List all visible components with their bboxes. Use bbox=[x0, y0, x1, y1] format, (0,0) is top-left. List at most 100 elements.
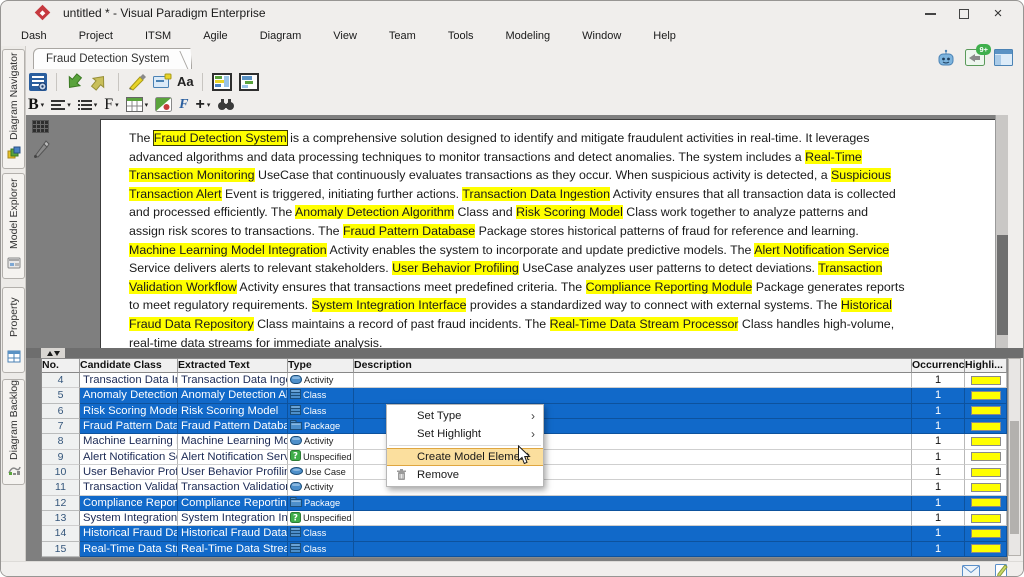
bold-button[interactable]: B▾ bbox=[28, 96, 44, 114]
column-header-extractedtext[interactable]: Extracted Text bbox=[178, 359, 288, 373]
candidate-class-cell[interactable]: System Integration Interface bbox=[80, 511, 178, 526]
menu-item-agile[interactable]: Agile bbox=[187, 28, 243, 44]
message-icon[interactable] bbox=[962, 565, 980, 577]
menu-item-tools[interactable]: Tools bbox=[432, 28, 490, 44]
description-cell[interactable] bbox=[354, 542, 912, 557]
highlighted-term[interactable]: Anomaly Detection Algorithm bbox=[295, 205, 454, 219]
color-palette-icon[interactable] bbox=[155, 97, 172, 112]
panel-splitter[interactable] bbox=[26, 348, 1024, 358]
extracted-text-cell[interactable]: System Integration Interface bbox=[178, 511, 288, 526]
font-button[interactable]: F▾ bbox=[104, 96, 118, 114]
table-vertical-scrollbar[interactable] bbox=[1008, 358, 1021, 556]
type-cell[interactable]: ?Unspecified bbox=[288, 450, 354, 465]
extracted-text-cell[interactable]: Fraud Pattern Database bbox=[178, 419, 288, 434]
highlighted-term[interactable]: System Integration Interface bbox=[312, 298, 467, 312]
add-button[interactable]: +▾ bbox=[196, 96, 211, 114]
import-text-icon[interactable] bbox=[65, 73, 85, 91]
extracted-text-cell[interactable]: Machine Learning Model Integration bbox=[178, 434, 288, 449]
candidate-class-cell[interactable]: Transaction Validation Workflow bbox=[80, 480, 178, 495]
candidate-class-cell[interactable]: Transaction Data Ingestion bbox=[80, 373, 178, 388]
grid-view-icon[interactable] bbox=[238, 72, 260, 92]
candidate-class-cell[interactable]: Machine Learning Model Integration bbox=[80, 434, 178, 449]
extracted-text-cell[interactable]: Transaction Validation Workflow bbox=[178, 480, 288, 495]
table-header[interactable]: No.Candidate ClassExtracted TextTypeDesc… bbox=[42, 359, 1007, 373]
grid-tool-icon[interactable] bbox=[32, 120, 49, 133]
menu-item-set-type[interactable]: Set Type› bbox=[387, 407, 543, 425]
highlighted-term[interactable]: Transaction Data Ingestion bbox=[462, 187, 610, 201]
highlighter-tool-icon[interactable] bbox=[32, 140, 51, 164]
highlight-color-cell[interactable] bbox=[965, 404, 1007, 419]
highlight-color-cell[interactable] bbox=[965, 542, 1007, 557]
type-cell[interactable]: Package bbox=[288, 419, 354, 434]
type-cell[interactable]: Activity bbox=[288, 373, 354, 388]
table-row[interactable]: 15Real-Time Data Stream ProcessorReal-Ti… bbox=[42, 542, 1007, 557]
title-bar[interactable]: untitled * - Visual Paradigm Enterprise … bbox=[1, 1, 1023, 26]
edit-note-icon[interactable] bbox=[994, 563, 1009, 577]
menu-item-help[interactable]: Help bbox=[637, 28, 692, 44]
extracted-text-cell[interactable]: Alert Notification Service bbox=[178, 450, 288, 465]
menu-item-modeling[interactable]: Modeling bbox=[490, 28, 567, 44]
candidate-view-icon[interactable] bbox=[211, 72, 233, 92]
extracted-text-cell[interactable]: Real-Time Data Stream Processor bbox=[178, 542, 288, 557]
sidebar-tab-property[interactable]: Property bbox=[2, 287, 25, 373]
column-header-description[interactable]: Description bbox=[354, 359, 912, 373]
list-button[interactable]: ▾ bbox=[78, 100, 98, 110]
highlighted-term[interactable]: Machine Learning Model Integration bbox=[129, 243, 327, 257]
table-row[interactable]: 12Compliance Reporting ModuleCompliance … bbox=[42, 496, 1007, 511]
column-header-no[interactable]: No. bbox=[42, 359, 80, 373]
column-header-occurrence[interactable]: Occurrence bbox=[912, 359, 965, 373]
textual-analysis-icon[interactable] bbox=[28, 72, 48, 92]
align-button[interactable]: ▾ bbox=[51, 100, 71, 110]
candidate-class-cell[interactable]: Risk Scoring Model bbox=[80, 404, 178, 419]
extracted-text-cell[interactable]: Anomaly Detection Algorithm bbox=[178, 388, 288, 403]
minimize-button[interactable] bbox=[913, 1, 947, 26]
description-cell[interactable] bbox=[354, 526, 912, 541]
type-cell[interactable]: Class bbox=[288, 404, 354, 419]
menu-item-window[interactable]: Window bbox=[566, 28, 637, 44]
table-button[interactable]: ▾ bbox=[126, 97, 149, 112]
table-row[interactable]: 14Historical Fraud Data RepositoryHistor… bbox=[42, 526, 1007, 541]
highlight-color-cell[interactable] bbox=[965, 496, 1007, 511]
menu-item-project[interactable]: Project bbox=[63, 28, 129, 44]
highlight-color-cell[interactable] bbox=[965, 450, 1007, 465]
column-header-highli[interactable]: Highli... bbox=[965, 359, 1007, 373]
tab-fraud-detection-system[interactable]: Fraud Detection System bbox=[33, 48, 192, 69]
ai-assistant-icon[interactable] bbox=[936, 49, 956, 67]
highlighted-term[interactable]: Real-Time Data Stream Processor bbox=[550, 317, 739, 331]
sidebar-tab-diagram-backlog[interactable]: Diagram Backlog bbox=[2, 379, 25, 485]
highlight-color-cell[interactable] bbox=[965, 434, 1007, 449]
menu-item-dash[interactable]: Dash bbox=[5, 28, 63, 44]
type-cell[interactable]: Activity bbox=[288, 480, 354, 495]
highlighted-term[interactable]: Fraud Detection System bbox=[154, 131, 287, 145]
highlight-color-cell[interactable] bbox=[965, 388, 1007, 403]
extracted-text-cell[interactable]: Compliance Reporting Module bbox=[178, 496, 288, 511]
candidate-class-cell[interactable]: Alert Notification Service bbox=[80, 450, 178, 465]
description-cell[interactable] bbox=[354, 511, 912, 526]
description-cell[interactable] bbox=[354, 373, 912, 388]
type-cell[interactable]: Class bbox=[288, 542, 354, 557]
collapse-down-icon[interactable] bbox=[54, 351, 60, 356]
table-row[interactable]: 4Transaction Data IngestionTransaction D… bbox=[42, 373, 1007, 388]
type-cell[interactable]: Class bbox=[288, 388, 354, 403]
extracted-text-cell[interactable]: Transaction Data Ingestion bbox=[178, 373, 288, 388]
extracted-text-cell[interactable]: User Behavior Profiling bbox=[178, 465, 288, 480]
close-button[interactable]: × bbox=[981, 1, 1015, 26]
highlight-color-cell[interactable] bbox=[965, 419, 1007, 434]
column-header-type[interactable]: Type bbox=[288, 359, 354, 373]
menu-item-itsm[interactable]: ITSM bbox=[129, 28, 187, 44]
type-cell[interactable]: Class bbox=[288, 526, 354, 541]
highlight-color-cell[interactable] bbox=[965, 511, 1007, 526]
find-icon[interactable] bbox=[217, 98, 235, 112]
italic-format-icon[interactable]: F bbox=[179, 97, 188, 113]
maximize-button[interactable] bbox=[947, 1, 981, 26]
highlighted-term[interactable]: Fraud Pattern Database bbox=[343, 224, 475, 238]
highlight-color-cell[interactable] bbox=[965, 465, 1007, 480]
callout-icon[interactable] bbox=[152, 73, 172, 90]
font-style-icon[interactable]: Aa bbox=[177, 74, 194, 89]
highlight-color-cell[interactable] bbox=[965, 373, 1007, 388]
candidate-class-cell[interactable]: Real-Time Data Stream Processor bbox=[80, 542, 178, 557]
highlighter-icon[interactable] bbox=[127, 73, 147, 91]
menu-item-team[interactable]: Team bbox=[373, 28, 432, 44]
highlighted-term[interactable]: User Behavior Profiling bbox=[392, 261, 519, 275]
type-cell[interactable]: ?Unspecified bbox=[288, 511, 354, 526]
